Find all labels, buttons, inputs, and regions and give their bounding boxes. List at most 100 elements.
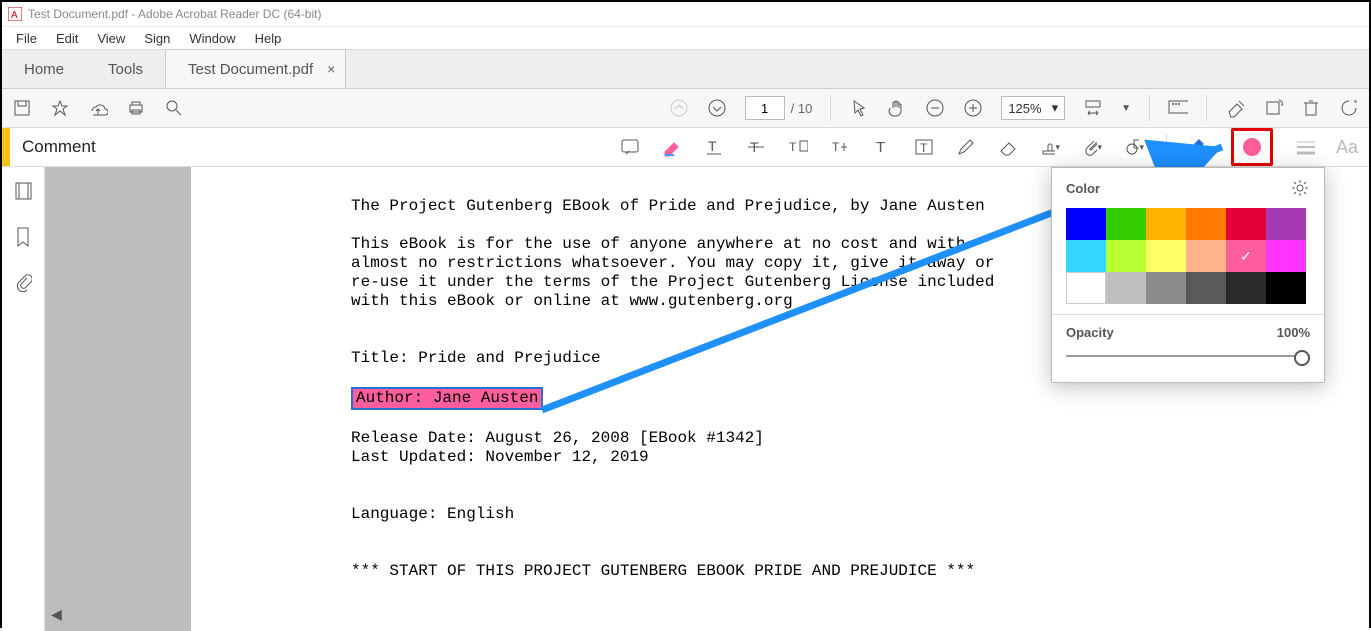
select-arrow-icon[interactable] [849, 98, 869, 118]
attach-icon[interactable]: ▾ [1082, 137, 1102, 157]
content-area: ◀ The Project Gutenberg EBook of Pride a… [2, 167, 1369, 631]
menu-file[interactable]: File [8, 29, 45, 48]
comment-label: Comment [22, 137, 96, 157]
tab-tools[interactable]: Tools [86, 50, 165, 88]
crop-rotate-icon[interactable] [1263, 98, 1283, 118]
bookmark-ribbon-icon[interactable] [13, 227, 33, 247]
tab-home[interactable]: Home [2, 50, 86, 88]
add-text-icon[interactable]: T [872, 137, 892, 157]
collapse-chevron-icon[interactable]: ◀ [51, 606, 62, 623]
print-icon[interactable] [126, 98, 146, 118]
menu-sign[interactable]: Sign [136, 29, 178, 48]
find-icon[interactable] [164, 98, 184, 118]
color-popover: Color Opacity 100% [1051, 167, 1325, 383]
draw-pencil-icon[interactable] [956, 137, 976, 157]
color-swatch[interactable] [1106, 208, 1146, 240]
menu-view[interactable]: View [89, 29, 133, 48]
star-icon[interactable] [50, 98, 70, 118]
close-tab-icon[interactable]: × [327, 61, 335, 77]
color-swatch[interactable] [1226, 272, 1266, 304]
attachments-clip-icon[interactable] [13, 273, 33, 293]
color-swatch[interactable] [1186, 208, 1226, 240]
textbox-icon[interactable]: T [914, 137, 934, 157]
hand-pan-icon[interactable] [887, 98, 907, 118]
rotate-icon[interactable] [1339, 98, 1359, 118]
color-swatch[interactable] [1266, 240, 1306, 272]
doc-release-line: Release Date: August 26, 2008 [EBook #13… [351, 429, 1369, 448]
thumbnails-icon[interactable] [13, 181, 33, 201]
color-swatch[interactable] [1106, 240, 1146, 272]
window-titlebar: A Test Document.pdf - Adobe Acrobat Read… [2, 2, 1369, 27]
opacity-slider[interactable] [1066, 348, 1310, 364]
window-title: Test Document.pdf - Adobe Acrobat Reader… [28, 7, 321, 21]
page-number-input[interactable]: / 10 [745, 96, 813, 120]
menu-help[interactable]: Help [247, 29, 290, 48]
color-swatch[interactable] [1226, 208, 1266, 240]
gear-icon[interactable] [1290, 178, 1310, 198]
menubar: File Edit View Sign Window Help [2, 27, 1369, 50]
color-swatch[interactable] [1146, 208, 1186, 240]
menu-edit[interactable]: Edit [48, 29, 86, 48]
color-swatch[interactable] [1186, 240, 1226, 272]
pin-icon[interactable] [1189, 137, 1209, 157]
color-swatch[interactable] [1066, 208, 1106, 240]
color-swatch[interactable] [1106, 272, 1146, 304]
page-down-icon[interactable] [707, 98, 727, 118]
svg-text:A: A [11, 10, 18, 21]
zoom-out-icon[interactable] [925, 98, 945, 118]
color-popover-title: Color [1066, 181, 1100, 196]
chevron-down-icon[interactable]: ▼ [1121, 103, 1131, 114]
tab-document[interactable]: Test Document.pdf × [165, 49, 346, 88]
svg-text:T: T [832, 140, 840, 154]
trash-icon[interactable] [1301, 98, 1321, 118]
opacity-value: 100% [1277, 325, 1310, 340]
acrobat-app-icon: A [8, 7, 22, 21]
read-mode-icon[interactable] [1168, 98, 1188, 118]
color-swatch[interactable] [1186, 272, 1226, 304]
save-icon[interactable] [12, 98, 32, 118]
current-color-button[interactable] [1231, 128, 1273, 166]
current-color-dot [1243, 138, 1261, 156]
color-swatch[interactable] [1226, 240, 1266, 272]
opacity-label: Opacity [1066, 325, 1114, 340]
color-swatch[interactable] [1066, 272, 1106, 304]
erase-sign-icon[interactable] [1225, 98, 1245, 118]
page-current-field[interactable] [745, 96, 785, 120]
menu-window[interactable]: Window [181, 29, 243, 48]
left-rail [2, 167, 45, 631]
svg-text:T: T [789, 140, 797, 154]
zoom-select[interactable]: 125% ▾ [1001, 96, 1065, 120]
color-swatches-grid [1052, 204, 1324, 314]
page-up-icon[interactable] [669, 98, 689, 118]
comment-toolbar: Comment T T T T T T ▾ ▾ ▾ Aa [2, 128, 1369, 167]
color-swatch[interactable] [1146, 240, 1186, 272]
svg-text:T: T [876, 139, 885, 156]
color-swatch[interactable] [1266, 272, 1306, 304]
chevron-down-icon: ▾ [1052, 100, 1059, 116]
highlight-icon[interactable] [662, 137, 682, 157]
color-swatch[interactable] [1266, 208, 1306, 240]
zoom-in-icon[interactable] [963, 98, 983, 118]
zoom-value: 125% [1008, 101, 1041, 116]
highlighted-author[interactable]: Author: Jane Austen [351, 387, 543, 410]
doc-updated-line: Last Updated: November 12, 2019 [351, 448, 1369, 467]
stamp-icon[interactable]: ▾ [1040, 137, 1060, 157]
tab-document-label: Test Document.pdf [188, 61, 313, 78]
main-toolbar: / 10 125% ▾ ▼ [2, 89, 1369, 128]
svg-text:T: T [920, 141, 928, 155]
doc-start-line: *** START OF THIS PROJECT GUTENBERG EBOO… [351, 562, 1369, 581]
color-swatch[interactable] [1146, 272, 1186, 304]
eraser-icon[interactable] [998, 137, 1018, 157]
cloud-upload-icon[interactable] [88, 98, 108, 118]
color-swatch[interactable] [1066, 240, 1106, 272]
shapes-icon[interactable]: ▾ [1124, 137, 1144, 157]
fit-width-icon[interactable] [1083, 98, 1103, 118]
insert-text-icon[interactable]: T [830, 137, 850, 157]
page-total: / 10 [791, 101, 813, 116]
text-style-icon[interactable]: Aa [1337, 137, 1357, 157]
sticky-note-icon[interactable] [620, 137, 640, 157]
underline-icon[interactable]: T [704, 137, 724, 157]
replace-text-icon[interactable]: T [788, 137, 808, 157]
line-thickness-icon[interactable] [1295, 137, 1315, 157]
strikethrough-icon[interactable]: T [746, 137, 766, 157]
